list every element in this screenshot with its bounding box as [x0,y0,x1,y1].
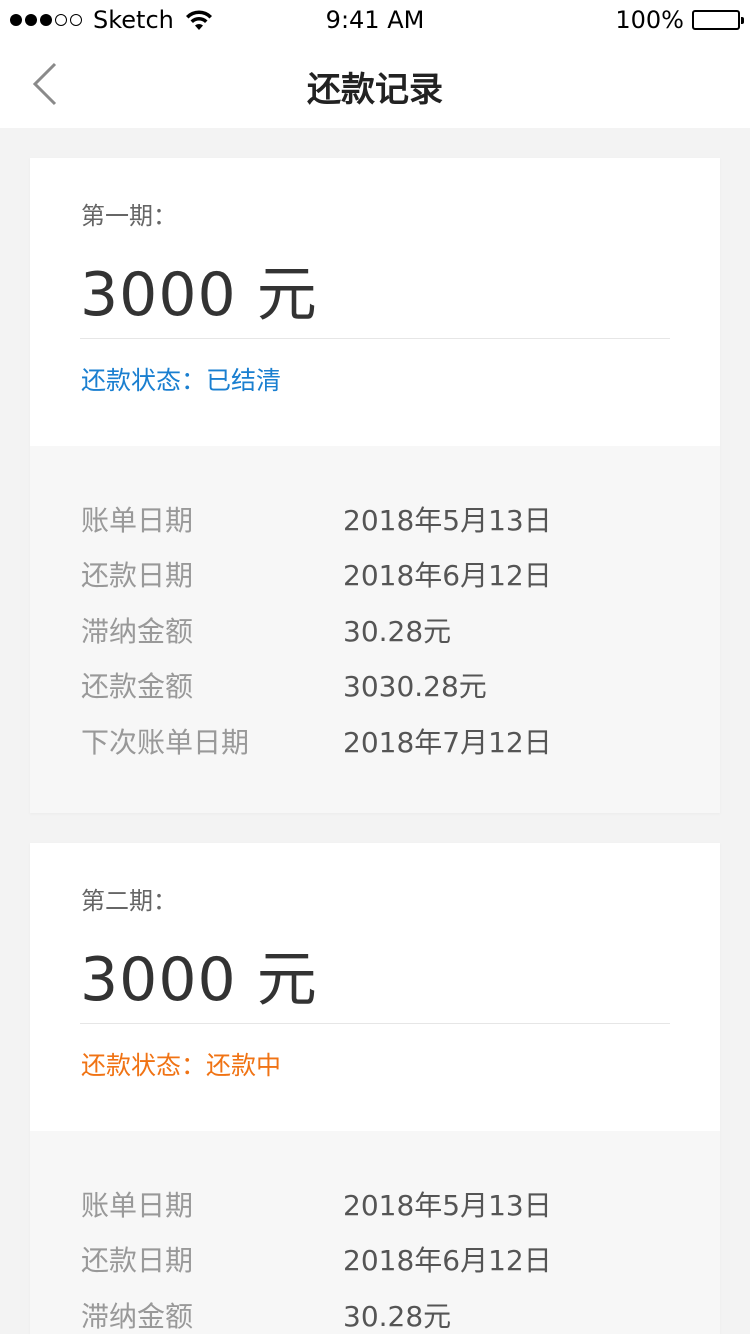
divider [80,1023,670,1024]
status-bar-right: 100% [615,6,744,34]
detail-row: 还款日期 2018年6月12日 [81,1239,681,1279]
detail-label: 还款日期 [81,559,194,592]
detail-value: 30.28元 [343,1300,452,1333]
detail-value: 3030.28元 [343,670,487,703]
period-amount: 3000 元 [80,260,318,330]
period-amount: 3000 元 [80,945,318,1015]
repayment-status-label: 还款状态： [81,1051,207,1080]
repayment-status-value: 还款中 [206,1051,282,1080]
detail-label: 账单日期 [81,504,194,537]
detail-value: 2018年6月12日 [343,1244,552,1277]
battery-percentage: 100% [615,6,684,34]
period-label: 第二期： [81,887,177,915]
divider [80,338,670,339]
detail-value: 2018年5月13日 [343,1189,552,1222]
detail-value: 2018年7月12日 [343,726,552,759]
detail-label: 下次账单日期 [81,726,250,759]
detail-row: 账单日期 2018年5月13日 [81,1184,681,1224]
detail-label: 滞纳金额 [81,615,194,648]
repayment-status-label: 还款状态： [81,366,207,395]
repayment-record-card: 第一期： 3000 元 还款状态：已结清 账单日期 2018年5月13日 还款日… [30,158,720,813]
detail-value: 2018年5月13日 [343,504,552,537]
card-details: 账单日期 2018年5月13日 还款日期 2018年6月12日 滞纳金额 30.… [30,446,720,813]
detail-row: 账单日期 2018年5月13日 [81,499,681,539]
detail-value: 30.28元 [343,615,452,648]
page-title: 还款记录 [307,70,443,110]
detail-label: 还款日期 [81,1244,194,1277]
detail-row: 滞纳金额 30.28元 [81,610,681,650]
repayment-status-value: 已结清 [206,366,282,395]
card-summary: 第二期： 3000 元 还款状态：还款中 [30,843,720,1131]
detail-row: 还款金额 3030.28元 [81,665,681,705]
repayment-record-card: 第二期： 3000 元 还款状态：还款中 账单日期 2018年5月13日 还款日… [30,843,720,1334]
detail-value: 2018年6月12日 [343,559,552,592]
period-label: 第一期： [81,202,177,230]
detail-label: 滞纳金额 [81,1300,194,1333]
detail-row: 滞纳金额 30.28元 [81,1295,681,1334]
status-bar: Sketch 9:41 AM 100% [0,0,750,40]
repayment-status: 还款状态：已结清 [81,361,281,397]
navigation-bar: 还款记录 [0,40,750,128]
battery-icon [692,10,744,30]
detail-label: 账单日期 [81,1189,194,1222]
card-summary: 第一期： 3000 元 还款状态：已结清 [30,158,720,446]
detail-row: 下次账单日期 2018年7月12日 [81,721,681,761]
detail-row: 还款日期 2018年6月12日 [81,554,681,594]
card-details: 账单日期 2018年5月13日 还款日期 2018年6月12日 滞纳金额 30.… [30,1131,720,1334]
repayment-status: 还款状态：还款中 [81,1046,281,1082]
detail-label: 还款金额 [81,670,194,703]
